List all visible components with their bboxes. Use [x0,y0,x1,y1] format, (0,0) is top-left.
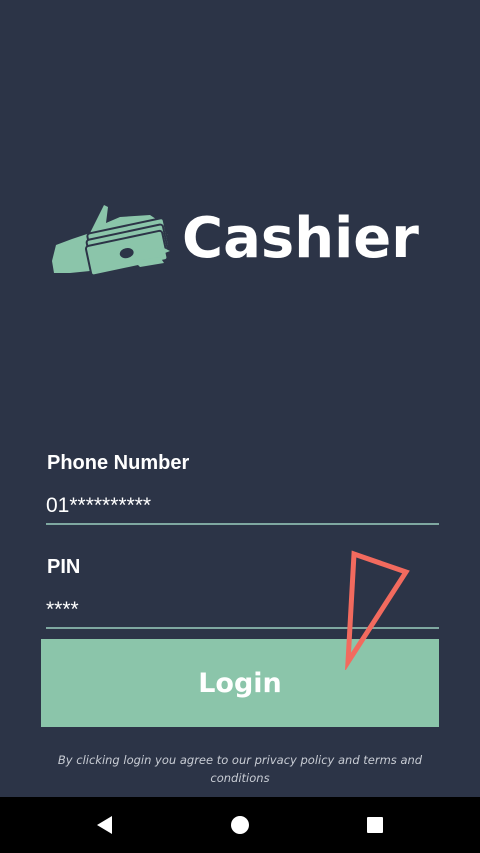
home-circle-icon[interactable] [226,811,254,839]
login-button[interactable]: Login [41,639,439,727]
phone-number-input[interactable] [46,489,439,525]
login-screen: Cashier Phone Number PIN Login By clicki… [0,0,480,853]
system-navigation-bar [0,797,480,853]
cash-hand-icon [52,205,170,277]
pin-label: PIN [47,556,81,578]
terms-text: By clicking login you agree to our priva… [57,753,423,785]
app-name: Cashier [182,206,419,271]
phone-number-label: Phone Number [47,452,190,474]
app-logo: Cashier [50,195,440,285]
recents-square-icon[interactable] [361,811,389,839]
back-triangle-icon[interactable] [91,811,119,839]
pin-input[interactable] [46,593,439,629]
